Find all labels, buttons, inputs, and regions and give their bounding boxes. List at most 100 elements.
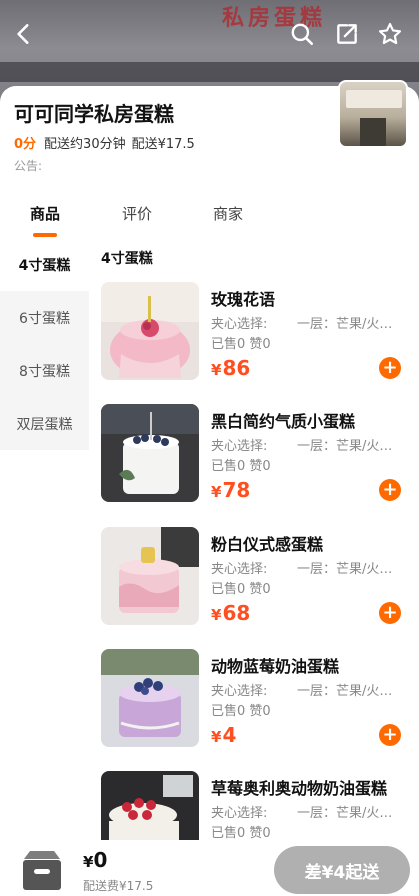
tab-products[interactable]: 商品	[30, 203, 60, 224]
price-value: 4	[222, 723, 237, 747]
product-price: ¥68	[211, 601, 250, 625]
plus-icon: +	[382, 479, 398, 500]
plus-icon: +	[382, 724, 398, 745]
search-icon	[291, 23, 314, 46]
like-count: 赞0	[249, 704, 271, 719]
product-sales: 已售0 赞0	[211, 578, 271, 597]
category-6inch[interactable]: 6寸蛋糕	[0, 291, 89, 344]
product-item[interactable]: 玫瑰花语 夹心选择: 一层：芒果/火… 已售0 赞0 ¥86 +	[101, 282, 411, 392]
store-photo-sign	[346, 90, 402, 108]
total-value: 0	[93, 848, 108, 872]
price-currency: ¥	[211, 728, 222, 746]
add-to-cart-button[interactable]: +	[379, 479, 401, 501]
option-label: 夹心选择:	[211, 317, 268, 332]
product-option: 夹心选择: 一层：芒果/火…	[211, 802, 392, 821]
product-price: ¥78	[211, 478, 250, 502]
banner-band	[0, 62, 419, 82]
sold-count: 已售0	[211, 826, 246, 840]
option-value: 一层：芒果/火…	[297, 317, 393, 332]
product-option: 夹心选择: 一层：芒果/火…	[211, 558, 392, 577]
like-count: 赞0	[249, 826, 271, 840]
category-double-layer[interactable]: 双层蛋糕	[0, 397, 89, 450]
sold-count: 已售0	[211, 337, 246, 352]
store-score: 0分	[14, 137, 37, 152]
option-value: 一层：芒果/火…	[297, 684, 393, 699]
share-icon	[337, 24, 357, 44]
add-to-cart-button[interactable]: +	[379, 357, 401, 379]
product-name: 动物蓝莓奶油蛋糕	[211, 657, 340, 676]
tab-reviews[interactable]: 评价	[122, 203, 152, 224]
option-label: 夹心选择:	[211, 562, 268, 577]
cart-button[interactable]	[20, 849, 64, 893]
star-icon	[378, 22, 402, 45]
category-4inch[interactable]: 4寸蛋糕	[0, 238, 89, 291]
product-sales: 已售0 赞0	[211, 333, 271, 352]
total-currency: ¥	[83, 853, 94, 871]
like-count: 赞0	[249, 337, 271, 352]
product-name: 粉白仪式感蛋糕	[211, 535, 324, 554]
product-image[interactable]	[101, 527, 199, 625]
product-image[interactable]	[101, 771, 199, 840]
option-label: 夹心选择:	[211, 684, 268, 699]
product-image[interactable]	[101, 282, 199, 380]
product-image[interactable]	[101, 649, 199, 747]
plus-icon: +	[382, 357, 398, 378]
like-count: 赞0	[249, 582, 271, 597]
delivery-fee: 配送¥17.5	[131, 137, 195, 152]
price-currency: ¥	[211, 483, 222, 501]
option-value: 一层：芒果/火…	[297, 439, 393, 454]
store-notice: 公告:	[14, 159, 43, 173]
product-sales: 已售0 赞0	[211, 700, 271, 719]
product-image[interactable]	[101, 404, 199, 502]
delivery-time: 配送约30分钟	[44, 137, 126, 152]
price-value: 68	[222, 601, 251, 625]
store-name: 可可同学私房蛋糕	[14, 102, 174, 126]
product-sales: 已售0 赞0	[211, 455, 271, 474]
product-name: 玫瑰花语	[211, 290, 276, 309]
tab-merchant[interactable]: 商家	[213, 203, 243, 224]
share-button[interactable]	[333, 20, 361, 48]
product-option: 夹心选择: 一层：芒果/火…	[211, 435, 392, 454]
sold-count: 已售0	[211, 582, 246, 597]
delivery-fee-note: 配送费¥17.5	[83, 879, 154, 893]
price-value: 78	[222, 478, 251, 502]
product-item[interactable]: 黑白简约气质小蛋糕 夹心选择: 一层：芒果/火… 已售0 赞0 ¥78 +	[101, 404, 411, 514]
back-icon	[17, 24, 29, 44]
section-title: 4寸蛋糕	[101, 251, 153, 267]
price-currency: ¥	[211, 606, 222, 624]
product-item[interactable]: 粉白仪式感蛋糕 夹心选择: 一层：芒果/火… 已售0 赞0 ¥68 +	[101, 527, 411, 637]
product-name: 黑白简约气质小蛋糕	[211, 412, 356, 431]
product-sales: 已售0 赞0	[211, 822, 271, 840]
back-button[interactable]	[10, 20, 38, 48]
cart-footer: ¥0 配送费¥17.5 差¥4起送	[0, 840, 419, 896]
checkout-button[interactable]: 差¥4起送	[274, 846, 410, 894]
tab-indicator	[33, 233, 57, 237]
add-to-cart-button[interactable]: +	[379, 724, 401, 746]
product-price: ¥4	[211, 723, 236, 747]
option-value: 一层：芒果/火…	[297, 806, 393, 821]
search-button[interactable]	[288, 20, 316, 48]
add-to-cart-button[interactable]: +	[379, 602, 401, 624]
sold-count: 已售0	[211, 704, 246, 719]
favorite-button[interactable]	[376, 20, 404, 48]
plus-icon: +	[382, 602, 398, 623]
price-currency: ¥	[211, 361, 222, 379]
cart-icon	[23, 851, 61, 890]
store-photo-door	[360, 118, 386, 146]
price-value: 86	[222, 356, 251, 380]
product-option: 夹心选择: 一层：芒果/火…	[211, 680, 392, 699]
product-item[interactable]: 动物蓝莓奶油蛋糕 夹心选择: 一层：芒果/火… 已售0 赞0 ¥4 +	[101, 649, 411, 759]
like-count: 赞0	[249, 459, 271, 474]
store-photo[interactable]	[338, 80, 408, 148]
product-name: 草莓奥利奥动物奶油蛋糕	[211, 779, 388, 798]
option-label: 夹心选择:	[211, 439, 268, 454]
category-8inch[interactable]: 8寸蛋糕	[0, 344, 89, 397]
cart-total: ¥0	[83, 848, 107, 872]
product-option: 夹心选择: 一层：芒果/火…	[211, 313, 392, 332]
product-item[interactable]: 草莓奥利奥动物奶油蛋糕 夹心选择: 一层：芒果/火… 已售0 赞0	[101, 771, 411, 840]
sold-count: 已售0	[211, 459, 246, 474]
product-price: ¥86	[211, 356, 250, 380]
option-value: 一层：芒果/火…	[297, 562, 393, 577]
store-meta: 0分 配送约30分钟 配送¥17.5	[14, 133, 195, 152]
option-label: 夹心选择:	[211, 806, 268, 821]
